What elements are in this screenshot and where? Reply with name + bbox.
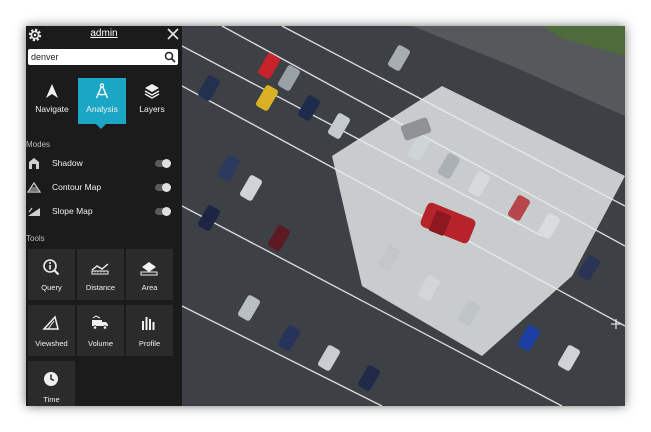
- toggle-knob: [162, 159, 171, 168]
- mode-slope-map[interactable]: Slope Map: [26, 204, 182, 220]
- tools-heading: Tools: [26, 234, 45, 243]
- tool-query-button[interactable]: Query: [28, 249, 75, 300]
- search-box: [28, 49, 178, 65]
- slope-toggle[interactable]: [155, 207, 171, 216]
- tool-label: Area: [141, 283, 158, 292]
- tool-area-button[interactable]: Area: [126, 249, 173, 300]
- modes-heading: Modes: [26, 140, 51, 149]
- truck-volume-icon: [92, 315, 108, 330]
- clock-icon: [44, 372, 58, 386]
- aerial-parking-lot-image: [182, 26, 625, 406]
- navigate-arrow-icon: [46, 84, 58, 98]
- tab-navigate[interactable]: Navigate: [28, 78, 76, 124]
- mode-shadow[interactable]: Shadow: [26, 156, 182, 172]
- tool-time-button[interactable]: Time: [28, 361, 75, 406]
- compass-icon: [95, 83, 109, 99]
- panel-header: admin: [26, 26, 182, 46]
- tab-layers[interactable]: Layers: [128, 78, 176, 124]
- mode-contour-map[interactable]: Contour Map: [26, 180, 182, 196]
- toggle-knob: [162, 207, 171, 216]
- viewshed-icon: [42, 315, 59, 330]
- tab-label: Navigate: [35, 104, 69, 114]
- shadow-toggle[interactable]: [155, 159, 171, 168]
- mode-label: Contour Map: [52, 182, 102, 192]
- active-tab-indicator: [96, 124, 106, 129]
- mode-label: Shadow: [52, 158, 83, 168]
- contour-toggle[interactable]: [155, 183, 171, 192]
- main-tabs: Navigate Analysis Layers: [26, 78, 182, 124]
- tool-profile-button[interactable]: Profile: [126, 305, 173, 356]
- toggle-knob: [162, 183, 171, 192]
- side-panel: admin Navigate: [26, 26, 182, 406]
- tool-label: Profile: [138, 339, 161, 348]
- tool-label: Viewshed: [35, 339, 68, 348]
- username-link[interactable]: admin: [26, 28, 182, 39]
- layers-stack-icon: [144, 84, 160, 99]
- tab-label: Analysis: [86, 104, 118, 114]
- ruler-icon: [91, 263, 109, 275]
- tool-label: Volume: [87, 339, 114, 348]
- close-icon[interactable]: [167, 28, 179, 40]
- tool-label: Distance: [85, 283, 116, 292]
- tool-viewshed-button[interactable]: Viewshed: [28, 305, 75, 356]
- app-window: admin Navigate: [26, 26, 625, 406]
- search-input[interactable]: [28, 49, 155, 65]
- slope-icon: [28, 207, 40, 216]
- profile-bars-icon: [142, 317, 155, 330]
- tab-label: Layers: [139, 104, 165, 114]
- contour-icon: [27, 181, 41, 193]
- map-view[interactable]: [182, 26, 625, 406]
- search-icon[interactable]: [164, 51, 176, 63]
- tool-volume-button[interactable]: Volume: [77, 305, 124, 356]
- tool-label: Time: [43, 395, 60, 404]
- shadow-icon: [29, 158, 39, 169]
- query-info-icon: [43, 259, 60, 276]
- mode-label: Slope Map: [52, 206, 93, 216]
- area-icon: [140, 262, 158, 276]
- tab-analysis[interactable]: Analysis: [78, 78, 126, 124]
- tool-label: Query: [41, 283, 62, 292]
- tool-distance-button[interactable]: Distance: [77, 249, 124, 300]
